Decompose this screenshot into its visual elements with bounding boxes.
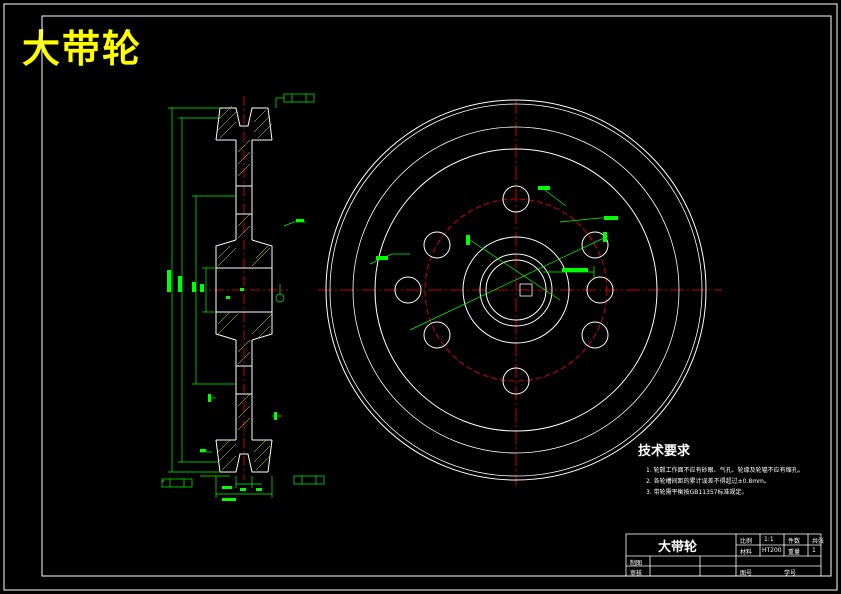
tech-requirement-item: 2. 各轮槽间距的累计误差不得超过±0.8mm。: [646, 478, 770, 485]
web-hole: [423, 231, 451, 259]
tech-requirements-heading: 技术要求: [638, 444, 691, 459]
tech-requirement-item: 3. 带轮需平衡按GB11357标准规定。: [646, 489, 748, 496]
title-block-weight-label: 重量: [788, 549, 801, 556]
title-block-checked-label: 审核: [630, 570, 643, 577]
technical-requirements: 技术要求 1. 轮毂工作面不应有砂眼、气孔、轮缘及轮辐不应有缩孔。 2. 各轮槽…: [632, 440, 822, 498]
title-block-material-label: 材料: [740, 549, 753, 556]
front-view: [318, 99, 722, 486]
title-block-material-value: HT200: [762, 547, 782, 554]
title-block-part-name: 大带轮: [658, 540, 698, 555]
title-block-drawing-no-label: 图号: [740, 570, 753, 577]
section-view: [161, 93, 325, 501]
title-block-sheet-label: 共张: [812, 538, 825, 545]
title-block-qty-label: 件数: [788, 538, 801, 545]
engineering-drawing: [3, 3, 838, 591]
outer-frame: [3, 3, 838, 591]
title-block-scale-label: 比例: [740, 538, 753, 545]
title-block-school-label: 学号: [784, 570, 797, 577]
title-block-sheet-value: 1: [812, 547, 816, 554]
title-block-scale-value: 1:1: [764, 536, 774, 543]
tech-requirement-item: 1. 轮毂工作面不应有砂眼、气孔、轮缘及轮辐不应有缩孔。: [646, 467, 804, 474]
title-block-drawn-label: 制图: [630, 560, 643, 567]
